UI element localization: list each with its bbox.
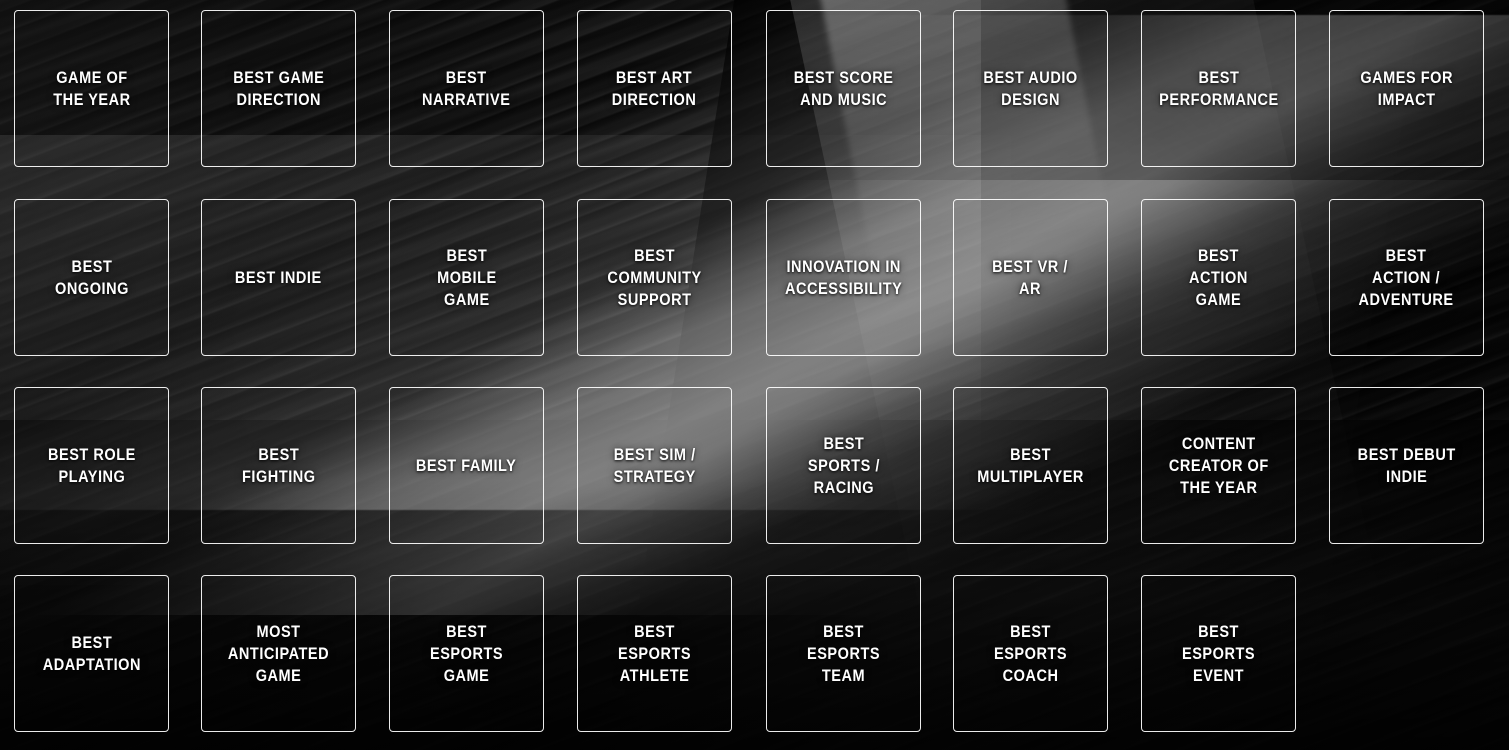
award-card-best-action-game[interactable]: BEST ACTION GAME [1141, 199, 1296, 356]
award-card-best-family[interactable]: BEST FAMILY [389, 387, 544, 544]
award-card-label: BEST ESPORTS ATHLETE [617, 622, 692, 685]
award-card-best-narrative[interactable]: BEST NARRATIVE [389, 10, 544, 167]
award-card-label: BEST AUDIO DESIGN [983, 68, 1078, 109]
award-card-best-esports-coach[interactable]: BEST ESPORTS COACH [953, 575, 1108, 732]
award-card-label: BEST COMMUNITY SUPPORT [607, 246, 702, 309]
award-card-label: BEST ACTION GAME [1189, 246, 1248, 309]
award-card-best-adaptation[interactable]: BEST ADAPTATION [14, 575, 169, 732]
award-card-best-sim-strategy[interactable]: BEST SIM / STRATEGY [577, 387, 732, 544]
award-card-label: BEST ACTION / ADVENTURE [1358, 246, 1455, 309]
award-card-best-audio-design[interactable]: BEST AUDIO DESIGN [953, 10, 1108, 167]
award-card-game-of-the-year[interactable]: GAME OF THE YEAR [14, 10, 169, 167]
award-card-best-fighting[interactable]: BEST FIGHTING [201, 387, 356, 544]
award-card-best-indie[interactable]: BEST INDIE [201, 199, 356, 356]
award-card-best-mobile-game[interactable]: BEST MOBILE GAME [389, 199, 544, 356]
award-card-label: BEST MOBILE GAME [436, 246, 497, 309]
award-card-label: GAME OF THE YEAR [52, 68, 131, 109]
award-card-label: BEST PERFORMANCE [1158, 68, 1279, 109]
award-card-label: BEST ART DIRECTION [612, 68, 697, 109]
award-card-label: BEST ADAPTATION [42, 633, 141, 674]
award-card-content-creator-of-the-year[interactable]: CONTENT CREATOR OF THE YEAR [1141, 387, 1296, 544]
award-card-label: BEST ESPORTS EVENT [1181, 622, 1256, 685]
award-card-best-game-direction[interactable]: BEST GAME DIRECTION [201, 10, 356, 167]
award-card-label: BEST ROLE PLAYING [47, 445, 136, 486]
award-card-best-debut-indie[interactable]: BEST DEBUT INDIE [1329, 387, 1484, 544]
award-card-label: BEST GAME DIRECTION [232, 68, 325, 109]
award-card-best-score-and-music[interactable]: BEST SCORE AND MUSIC [766, 10, 921, 167]
award-card-best-vr-ar[interactable]: BEST VR / AR [953, 199, 1108, 356]
award-card-best-multiplayer[interactable]: BEST MULTIPLAYER [953, 387, 1108, 544]
award-card-label: BEST ESPORTS TEAM [806, 622, 881, 685]
award-card-label: BEST ESPORTS COACH [993, 622, 1068, 685]
award-card-label: BEST ESPORTS GAME [429, 622, 504, 685]
award-card-label: BEST SPORTS / RACING [807, 434, 880, 497]
award-card-best-esports-event[interactable]: BEST ESPORTS EVENT [1141, 575, 1296, 732]
award-card-best-esports-team[interactable]: BEST ESPORTS TEAM [766, 575, 921, 732]
award-card-best-esports-athlete[interactable]: BEST ESPORTS ATHLETE [577, 575, 732, 732]
awards-grid-stage: GAME OF THE YEAR BEST GAME DIRECTION BEST … [0, 0, 1509, 750]
award-card-label: BEST FAMILY [416, 456, 517, 475]
award-card-label: CONTENT CREATOR OF THE YEAR [1168, 434, 1269, 497]
award-card-most-anticipated-game[interactable]: MOST ANTICIPATED GAME [201, 575, 356, 732]
award-card-label: BEST NARRATIVE [422, 68, 511, 109]
award-card-best-performance[interactable]: BEST PERFORMANCE [1141, 10, 1296, 167]
award-card-best-community-support[interactable]: BEST COMMUNITY SUPPORT [577, 199, 732, 356]
award-card-best-art-direction[interactable]: BEST ART DIRECTION [577, 10, 732, 167]
award-card-label: BEST SIM / STRATEGY [613, 445, 696, 486]
award-card-label: BEST INDIE [235, 268, 322, 287]
award-card-best-esports-game[interactable]: BEST ESPORTS GAME [389, 575, 544, 732]
award-card-label: BEST ONGOING [54, 257, 129, 298]
award-card-innovation-in-accessibility[interactable]: INNOVATION IN ACCESSIBILITY [766, 199, 921, 356]
award-card-label: BEST VR / AR [992, 257, 1069, 298]
award-card-label: BEST MULTIPLAYER [977, 445, 1084, 486]
award-card-label: INNOVATION IN ACCESSIBILITY [784, 257, 903, 298]
award-card-best-action-adventure[interactable]: BEST ACTION / ADVENTURE [1329, 199, 1484, 356]
award-card-label: BEST FIGHTING [241, 445, 316, 486]
award-card-best-ongoing[interactable]: BEST ONGOING [14, 199, 169, 356]
award-card-label: GAMES FOR IMPACT [1360, 68, 1453, 109]
award-card-games-for-impact[interactable]: GAMES FOR IMPACT [1329, 10, 1484, 167]
award-card-label: BEST DEBUT INDIE [1357, 445, 1456, 486]
award-card-best-role-playing[interactable]: BEST ROLE PLAYING [14, 387, 169, 544]
award-card-label: MOST ANTICIPATED GAME [227, 622, 330, 685]
award-card-best-sports-racing[interactable]: BEST SPORTS / RACING [766, 387, 921, 544]
award-card-label: BEST SCORE AND MUSIC [793, 68, 894, 109]
